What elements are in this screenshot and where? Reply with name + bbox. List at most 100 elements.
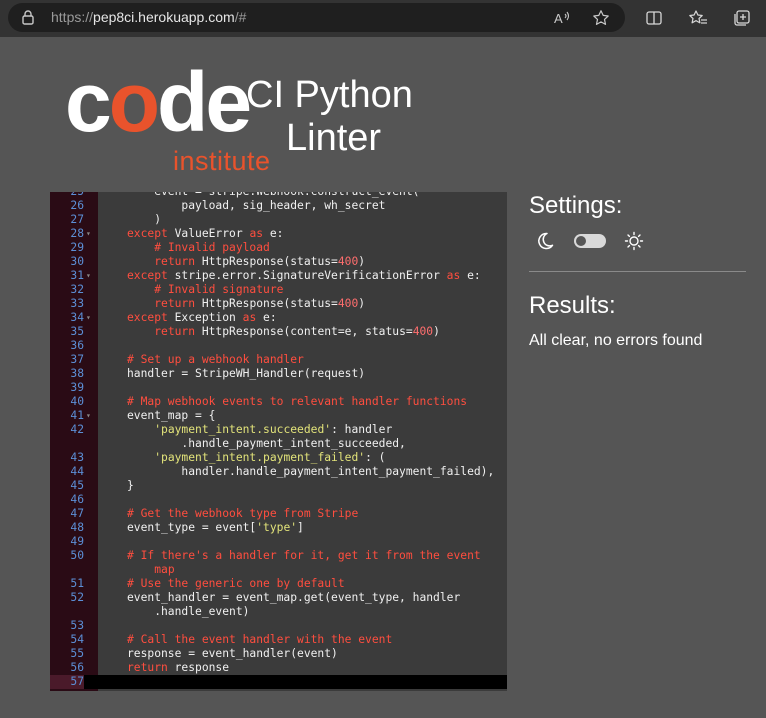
line-code: # Call the event handler with the event bbox=[127, 633, 393, 646]
code-line[interactable]: 29 # Invalid payload bbox=[50, 241, 507, 255]
code-line[interactable]: 25 event = stripe.Webhook.construct_even… bbox=[50, 192, 507, 199]
line-number: 29 bbox=[70, 241, 84, 254]
svg-text:A: A bbox=[554, 11, 563, 26]
code-line[interactable]: 44 handler.handle_payment_intent_payment… bbox=[50, 465, 507, 479]
line-code: payload, sig_header, wh_secret bbox=[127, 199, 386, 212]
code-line[interactable]: 27 ) bbox=[50, 213, 507, 227]
line-number: 25 bbox=[50, 192, 84, 199]
results-message: All clear, no errors found bbox=[529, 332, 703, 349]
title-line-2: Linter bbox=[286, 117, 382, 159]
line-number: 50 bbox=[70, 549, 84, 562]
lock-icon[interactable] bbox=[20, 9, 36, 25]
code-line[interactable]: 42 'payment_intent.succeeded': handler bbox=[50, 423, 507, 437]
code-editor[interactable]: 25 event = stripe.Webhook.construct_even… bbox=[50, 192, 507, 691]
code-line[interactable]: 30 return HttpResponse(status=400) bbox=[50, 255, 507, 269]
code-line[interactable]: 43 'payment_intent.payment_failed': ( bbox=[50, 451, 507, 465]
line-number: 27 bbox=[70, 213, 84, 226]
sun-icon bbox=[624, 231, 644, 255]
code-line[interactable]: 31 ▾ except stripe.error.SignatureVerifica… bbox=[50, 269, 507, 283]
code-line[interactable]: 56 return response bbox=[50, 661, 507, 675]
code-line[interactable]: .handle_event) bbox=[50, 605, 507, 619]
line-number: 36 bbox=[70, 339, 84, 352]
line-number: 45 bbox=[70, 479, 84, 492]
page-title: CI Python Linter bbox=[246, 74, 413, 160]
address-bar[interactable]: https://pep8ci.herokuapp.com/# A bbox=[8, 3, 625, 32]
line-number: 43 bbox=[70, 451, 84, 464]
line-code: # If there's a handler for it, get it fr… bbox=[127, 549, 481, 562]
split-screen-icon[interactable] bbox=[640, 4, 668, 32]
line-code: # Use the generic one by default bbox=[127, 577, 345, 590]
code-line[interactable]: .handle_payment_intent_succeeded, bbox=[50, 437, 507, 451]
settings-heading: Settings: bbox=[529, 192, 623, 219]
code-line[interactable]: map bbox=[50, 563, 507, 577]
line-number: 41 bbox=[70, 409, 84, 422]
code-line[interactable]: 48 event_type = event['type'] bbox=[50, 521, 507, 535]
line-code: event_type = event['type'] bbox=[127, 521, 304, 534]
line-number: 44 bbox=[70, 465, 84, 478]
code-lines[interactable]: 25 event = stripe.Webhook.construct_even… bbox=[50, 192, 507, 689]
line-code: event_map = { bbox=[127, 409, 216, 422]
line-number: 28 bbox=[70, 227, 84, 240]
fold-arrow-icon[interactable]: ▾ bbox=[86, 227, 91, 241]
line-number: 26 bbox=[70, 199, 84, 212]
line-code: return response bbox=[127, 661, 230, 674]
line-number: 33 bbox=[70, 297, 84, 310]
line-number: 46 bbox=[70, 493, 84, 506]
theme-toggle[interactable] bbox=[574, 234, 606, 248]
url-text[interactable]: https://pep8ci.herokuapp.com/# bbox=[51, 9, 246, 25]
line-number: 53 bbox=[70, 619, 84, 632]
line-number: 34 bbox=[70, 311, 84, 324]
code-line[interactable]: 45} bbox=[50, 479, 507, 493]
code-line[interactable]: 34 ▾ except Exception as e: bbox=[50, 311, 507, 325]
code-line[interactable]: 52 event_handler = event_map.get(event_ty… bbox=[50, 591, 507, 605]
code-line[interactable]: 51 # Use the generic one by default bbox=[50, 577, 507, 591]
code-line[interactable]: 53 bbox=[50, 619, 507, 633]
code-line[interactable]: 35 return HttpResponse(content=e, status… bbox=[50, 325, 507, 339]
code-line[interactable]: 57 bbox=[50, 675, 507, 689]
line-code: # Set up a webhook handler bbox=[127, 353, 304, 366]
line-code: except stripe.error.SignatureVerificatio… bbox=[127, 269, 481, 282]
line-code: .handle_payment_intent_succeeded, bbox=[127, 437, 406, 450]
code-line[interactable]: 55 response = event_handler(event) bbox=[50, 647, 507, 661]
code-line[interactable]: 26 payload, sig_header, wh_secret bbox=[50, 199, 507, 213]
fold-arrow-icon[interactable]: ▾ bbox=[86, 269, 91, 283]
code-line[interactable]: 49 bbox=[50, 535, 507, 549]
browser-toolbar: https://pep8ci.herokuapp.com/# A bbox=[0, 0, 766, 37]
code-line[interactable]: 41 ▾ event_map = { bbox=[50, 409, 507, 423]
code-line[interactable]: 28 ▾ except ValueError as e: bbox=[50, 227, 507, 241]
line-number: 55 bbox=[70, 647, 84, 660]
code-line[interactable]: 33 return HttpResponse(status=400) bbox=[50, 297, 507, 311]
logo-word: code bbox=[65, 55, 252, 149]
code-line[interactable]: 39 bbox=[50, 381, 507, 395]
toggle-knob bbox=[576, 236, 586, 246]
line-number: 42 bbox=[70, 423, 84, 436]
code-line[interactable]: 36 bbox=[50, 339, 507, 353]
favorite-star-icon[interactable] bbox=[587, 3, 615, 32]
code-line[interactable]: 32 # Invalid signature bbox=[50, 283, 507, 297]
line-code: # Invalid payload bbox=[154, 241, 270, 254]
line-code: return HttpResponse(status=400) bbox=[154, 255, 366, 268]
line-code: response = event_handler(event) bbox=[127, 647, 338, 660]
line-number: 30 bbox=[70, 255, 84, 268]
line-number: 31 bbox=[70, 269, 84, 282]
fold-arrow-icon[interactable]: ▾ bbox=[86, 311, 91, 325]
line-code: ) bbox=[127, 213, 162, 226]
collections-icon[interactable] bbox=[728, 4, 756, 32]
code-line[interactable]: 40 # Map webhook events to relevant handl… bbox=[50, 395, 507, 409]
code-line[interactable]: 46 bbox=[50, 493, 507, 507]
line-number: 38 bbox=[70, 367, 84, 380]
read-aloud-icon[interactable]: A bbox=[548, 3, 576, 32]
fold-arrow-icon[interactable]: ▾ bbox=[86, 409, 91, 423]
code-line[interactable]: 54 # Call the event handler with the even… bbox=[50, 633, 507, 647]
favorites-icon[interactable] bbox=[684, 4, 712, 32]
code-line[interactable]: 47 # Get the webhook type from Stripe bbox=[50, 507, 507, 521]
line-number: 49 bbox=[70, 535, 84, 548]
line-code: except Exception as e: bbox=[127, 311, 277, 324]
line-code: return HttpResponse(content=e, status=40… bbox=[154, 325, 440, 338]
line-code: except ValueError as e: bbox=[127, 227, 284, 240]
line-code: handler = StripeWH_Handler(request) bbox=[127, 367, 366, 380]
line-code: 'payment_intent.payment_failed': ( bbox=[154, 451, 386, 464]
code-line[interactable]: 38 handler = StripeWH_Handler(request) bbox=[50, 367, 507, 381]
code-line[interactable]: 37 # Set up a webhook handler bbox=[50, 353, 507, 367]
code-line[interactable]: 50 # If there's a handler for it, get it … bbox=[50, 549, 507, 563]
